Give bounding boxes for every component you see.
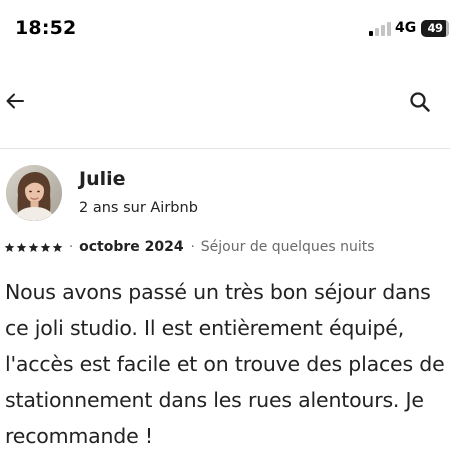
separator-dot: · [190, 239, 195, 255]
stay-type: Séjour de quelques nuits [200, 239, 375, 255]
status-time: 18:52 [15, 17, 77, 39]
review-date: octobre 2024 [79, 239, 184, 255]
member-since: 2 ans sur Airbnb [79, 200, 198, 216]
rating-row: · octobre 2024 · Séjour de quelques nuit… [4, 237, 375, 257]
review-text: Nous avons passé un très bon séjour dans… [5, 280, 445, 448]
star-icon [28, 242, 39, 252]
star-icon [52, 242, 63, 252]
battery-empty-portion [446, 20, 449, 37]
star-icon [4, 242, 15, 252]
cellular-signal-icon [369, 22, 391, 36]
network-type: 4G [395, 20, 417, 36]
arrow-left-icon [6, 93, 24, 109]
status-bar: 18:52 4G 49 [0, 0, 450, 56]
back-button[interactable] [4, 90, 26, 112]
reviewer-name[interactable]: Julie [79, 168, 126, 190]
signal-bar [381, 25, 385, 36]
signal-bar [375, 28, 379, 36]
review-detail-screen: 18:52 4G 49 Julie 2 ans sur Airbnb · oct… [0, 0, 450, 450]
avatar[interactable] [6, 165, 62, 221]
header-divider [0, 148, 450, 149]
search-button[interactable] [409, 91, 431, 113]
separator-dot: · [69, 239, 74, 255]
star-icon [40, 242, 51, 252]
battery-icon: 49 [421, 20, 449, 37]
signal-bar [387, 22, 391, 36]
avatar-photo [6, 165, 62, 221]
star-icon [16, 242, 27, 252]
star-rating [4, 242, 63, 253]
search-icon [410, 92, 430, 112]
signal-bar [369, 31, 373, 36]
battery-level: 49 [427, 21, 443, 35]
